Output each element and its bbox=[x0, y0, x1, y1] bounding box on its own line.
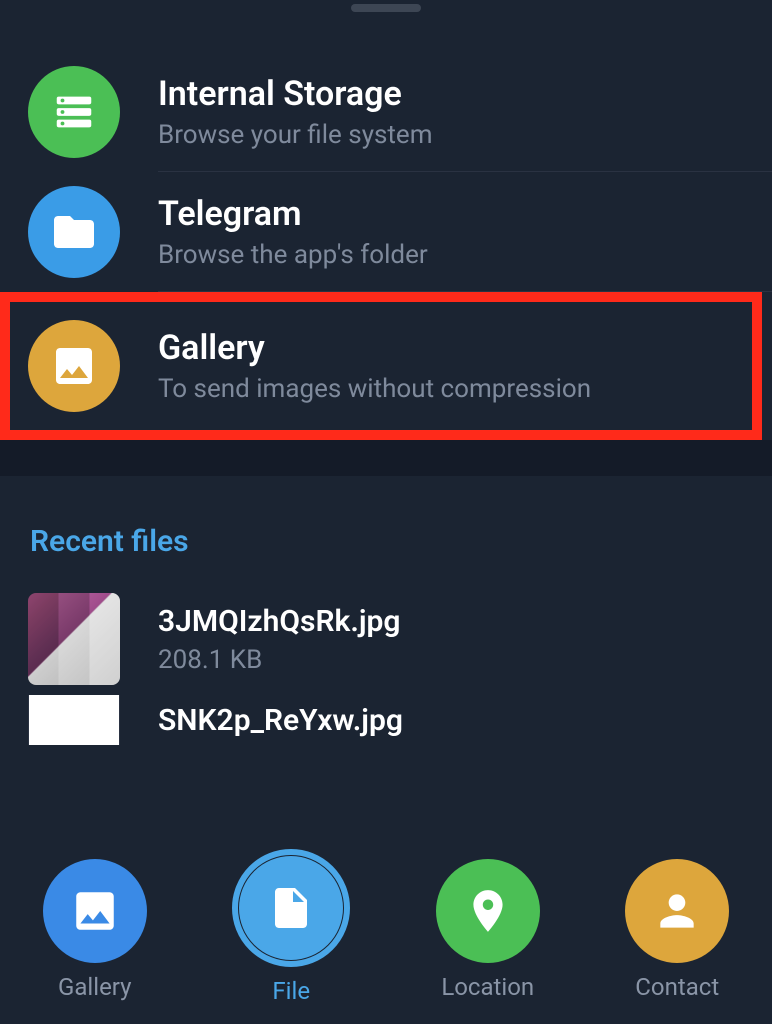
file-thumbnail bbox=[28, 593, 120, 685]
tab-contact[interactable]: Contact bbox=[625, 859, 729, 1001]
source-telegram[interactable]: Telegram Browse the app's folder bbox=[0, 172, 772, 292]
recent-files-header: Recent files bbox=[0, 476, 772, 583]
drag-handle[interactable] bbox=[351, 4, 421, 12]
section-gap bbox=[0, 440, 772, 476]
image-icon bbox=[43, 859, 147, 963]
file-row[interactable]: 3JMQIzhQsRk.jpg 208.1 KB bbox=[0, 583, 772, 695]
file-thumbnail: GREEN_VENUS bbox=[28, 695, 120, 745]
highlight-box: Gallery To send images without compressi… bbox=[0, 292, 762, 440]
source-subtitle: Browse the app's folder bbox=[158, 240, 428, 270]
person-icon bbox=[625, 859, 729, 963]
source-title: Telegram bbox=[158, 194, 428, 234]
file-name: SNK2p_ReYxw.jpg bbox=[158, 703, 403, 738]
folder-icon bbox=[28, 186, 120, 278]
file-row[interactable]: GREEN_VENUS SNK2p_ReYxw.jpg bbox=[0, 695, 772, 745]
source-title: Internal Storage bbox=[158, 74, 433, 114]
divider bbox=[158, 291, 772, 292]
source-title: Gallery bbox=[158, 328, 591, 368]
image-icon bbox=[28, 320, 120, 412]
tab-label: Contact bbox=[635, 973, 719, 1001]
source-internal-storage[interactable]: Internal Storage Browse your file system bbox=[0, 52, 772, 172]
attachment-tabs: Gallery File Location Contact bbox=[0, 836, 772, 1024]
file-size: 208.1 KB bbox=[158, 645, 400, 675]
tab-gallery[interactable]: Gallery bbox=[43, 859, 147, 1001]
source-subtitle: To send images without compression bbox=[158, 374, 591, 404]
pin-icon bbox=[436, 859, 540, 963]
source-subtitle: Browse your file system bbox=[158, 120, 433, 150]
tab-file[interactable]: File bbox=[232, 856, 350, 1005]
tab-label: File bbox=[272, 977, 310, 1005]
file-name: 3JMQIzhQsRk.jpg bbox=[158, 604, 400, 639]
active-ring bbox=[232, 849, 350, 967]
tab-location[interactable]: Location bbox=[436, 859, 540, 1001]
file-icon bbox=[239, 856, 343, 960]
storage-icon bbox=[28, 66, 120, 158]
source-list: Internal Storage Browse your file system… bbox=[0, 12, 772, 440]
tab-label: Gallery bbox=[58, 973, 132, 1001]
tab-label: Location bbox=[441, 973, 534, 1001]
recent-files-list: 3JMQIzhQsRk.jpg 208.1 KB GREEN_VENUS SNK… bbox=[0, 583, 772, 745]
source-gallery[interactable]: Gallery To send images without compressi… bbox=[10, 302, 752, 430]
